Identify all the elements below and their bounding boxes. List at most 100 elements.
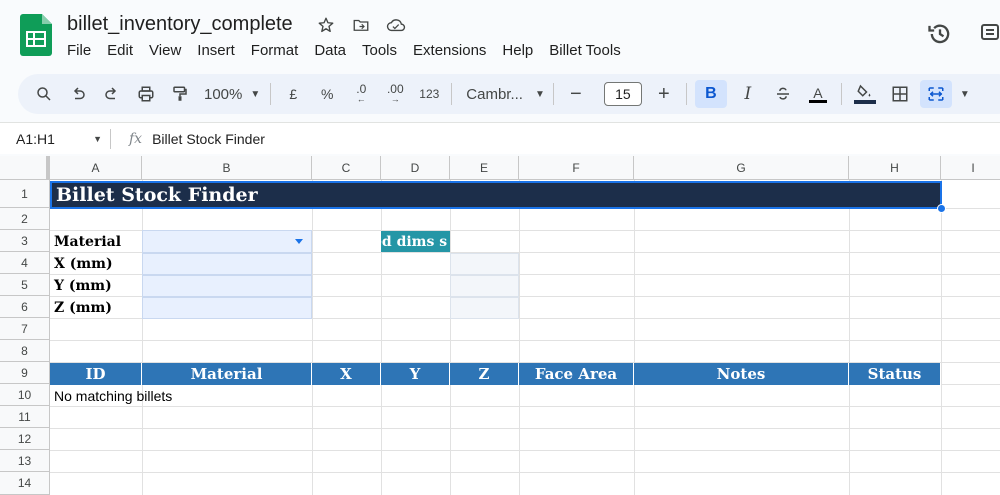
name-box[interactable]: A1:H1 ▼ <box>0 131 110 147</box>
increase-decimal-button[interactable]: .00 → <box>381 80 409 108</box>
row-header-9[interactable]: 9 <box>0 362 50 384</box>
grid-line <box>381 180 382 495</box>
chevron-down-icon: ▼ <box>93 133 102 144</box>
column-header-f[interactable]: F <box>519 156 634 180</box>
fill-color-icon[interactable] <box>850 80 880 108</box>
column-header-h[interactable]: H <box>849 156 941 180</box>
sorted-dim-1-cell[interactable] <box>450 253 519 275</box>
no-matching-billets-cell[interactable]: No matching billets <box>50 385 350 407</box>
paint-format-icon[interactable] <box>166 80 194 108</box>
column-header-d[interactable]: D <box>381 156 450 180</box>
increase-decimal-label: .00 <box>386 82 404 96</box>
menu-data[interactable]: Data <box>306 40 354 61</box>
version-history-icon[interactable] <box>926 20 954 48</box>
material-dropdown[interactable] <box>142 230 312 253</box>
row-header-4[interactable]: 4 <box>0 252 50 274</box>
formula-input[interactable]: Billet Stock Finder <box>152 131 265 147</box>
menu-file[interactable]: File <box>59 40 99 61</box>
table-header-id[interactable]: ID <box>50 363 142 385</box>
table-header-notes[interactable]: Notes <box>634 363 849 385</box>
document-title[interactable]: billet_inventory_complete <box>67 13 293 36</box>
menu-tools[interactable]: Tools <box>354 40 405 61</box>
column-header-c[interactable]: C <box>312 156 381 180</box>
increase-font-size-button[interactable]: + <box>650 80 678 108</box>
row-header-3[interactable]: 3 <box>0 230 50 252</box>
select-all-corner[interactable] <box>0 156 50 180</box>
y-mm-input[interactable] <box>142 275 312 297</box>
cloud-saved-icon[interactable] <box>385 14 407 36</box>
sorted-dim-2-cell[interactable] <box>450 275 519 297</box>
sheets-logo-icon[interactable] <box>20 14 52 56</box>
grid-line <box>634 180 635 495</box>
table-header-face-area[interactable]: Face Area <box>519 363 634 385</box>
table-header-material[interactable]: Material <box>142 363 312 385</box>
row-header-12[interactable]: 12 <box>0 428 50 450</box>
zoom-value: 100% <box>204 85 243 103</box>
formula-bar: A1:H1 ▼ fx Billet Stock Finder <box>0 122 1000 154</box>
column-header-a[interactable]: A <box>50 156 142 180</box>
font-size-input[interactable]: 15 <box>603 82 642 106</box>
row-header-14[interactable]: 14 <box>0 472 50 495</box>
currency-format-button[interactable]: £ <box>279 80 307 108</box>
y-mm-label: Y (mm) <box>54 278 112 294</box>
more-formats-button[interactable]: 123 <box>415 80 443 108</box>
column-header-g[interactable]: G <box>634 156 849 180</box>
decrease-font-size-button[interactable]: − <box>562 80 590 108</box>
menu-billet-tools[interactable]: Billet Tools <box>541 40 628 61</box>
merge-cells-icon[interactable] <box>919 80 952 108</box>
row-header-7[interactable]: 7 <box>0 318 50 340</box>
row-header-6[interactable]: 6 <box>0 296 50 318</box>
title-bar: billet_inventory_complete File Edit View… <box>0 0 1000 70</box>
menu-format[interactable]: Format <box>243 40 307 61</box>
table-header-x[interactable]: X <box>312 363 381 385</box>
toolbar-divider <box>685 83 687 105</box>
star-icon[interactable] <box>315 14 337 36</box>
z-mm-input[interactable] <box>142 297 312 319</box>
row-header-2[interactable]: 2 <box>0 208 50 230</box>
table-header-z[interactable]: Z <box>450 363 519 385</box>
percent-format-button[interactable]: % <box>313 80 341 108</box>
row-header-10[interactable]: 10 <box>0 384 50 406</box>
column-header-i[interactable]: I <box>941 156 1000 180</box>
x-mm-label: X (mm) <box>54 256 113 272</box>
menu-view[interactable]: View <box>141 40 189 61</box>
row-header-8[interactable]: 8 <box>0 340 50 362</box>
borders-icon[interactable] <box>886 80 914 108</box>
move-folder-icon[interactable] <box>350 14 372 36</box>
decrease-decimal-button[interactable]: .0 ← <box>347 80 375 108</box>
bold-button[interactable]: B <box>694 80 727 108</box>
row-header-1[interactable]: 1 <box>0 180 50 208</box>
selection-fill-handle[interactable] <box>937 204 946 213</box>
font-family-select[interactable]: Cambr... ▼ <box>466 86 545 103</box>
comments-icon[interactable] <box>978 22 1000 44</box>
table-header-status[interactable]: Status <box>849 363 941 385</box>
row-header-5[interactable]: 5 <box>0 274 50 296</box>
print-icon[interactable] <box>132 80 160 108</box>
menu-help[interactable]: Help <box>494 40 541 61</box>
zoom-select[interactable]: 100% ▼ <box>204 86 260 103</box>
table-header-y[interactable]: Y <box>381 363 450 385</box>
chevron-down-icon[interactable]: ▼ <box>958 80 972 108</box>
strikethrough-icon[interactable] <box>769 80 797 108</box>
menu-extensions[interactable]: Extensions <box>405 40 494 61</box>
sorted-dim-3-cell[interactable] <box>450 297 519 319</box>
toolbar: 100% ▼ £ % .0 ← .00 → 123 Cambr... ▼ − 1… <box>18 74 1000 114</box>
search-menus-icon[interactable] <box>30 80 58 108</box>
toolbar-divider <box>451 83 453 105</box>
x-mm-input[interactable] <box>142 253 312 275</box>
dropdown-arrow-icon[interactable] <box>295 239 303 244</box>
redo-icon[interactable] <box>98 80 126 108</box>
row-header-11[interactable]: 11 <box>0 406 50 428</box>
text-color-button[interactable]: A <box>803 80 833 108</box>
sheet-title-cell[interactable]: Billet Stock Finder <box>50 181 942 209</box>
grid-line <box>519 180 520 495</box>
column-header-e[interactable]: E <box>450 156 519 180</box>
italic-button[interactable]: I <box>733 80 763 108</box>
menu-insert[interactable]: Insert <box>189 40 243 61</box>
column-header-b[interactable]: B <box>142 156 312 180</box>
undo-icon[interactable] <box>64 80 92 108</box>
menu-bar: File Edit View Insert Format Data Tools … <box>59 40 629 61</box>
row-header-13[interactable]: 13 <box>0 450 50 472</box>
menu-edit[interactable]: Edit <box>99 40 141 61</box>
grid-line <box>941 180 942 495</box>
